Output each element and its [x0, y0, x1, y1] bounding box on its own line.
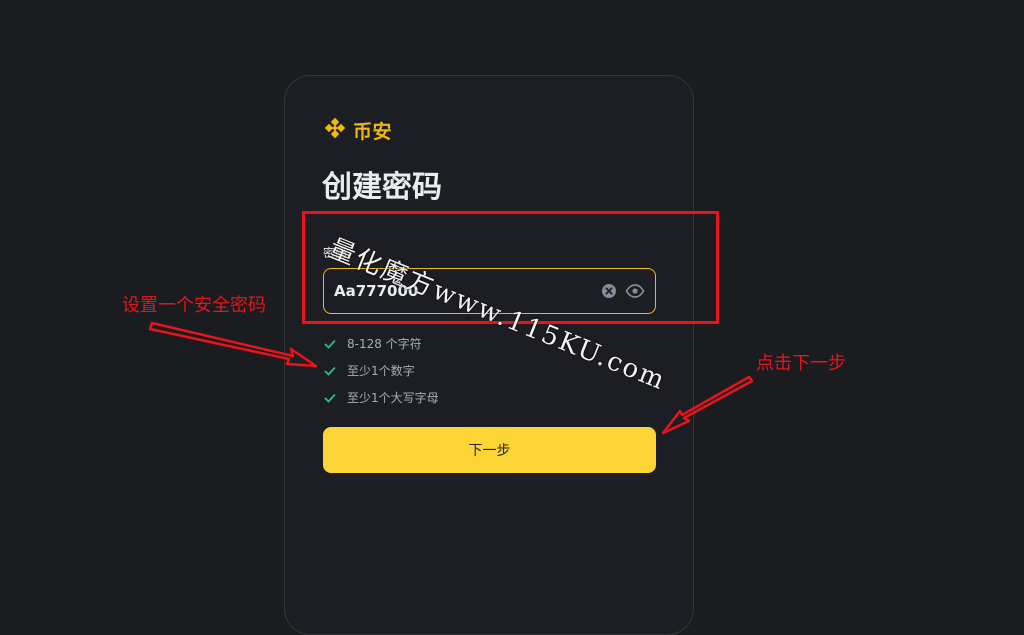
arrow-left-icon	[148, 321, 318, 368]
arrow-right-icon	[661, 375, 754, 435]
annotation-arrows	[148, 321, 754, 435]
